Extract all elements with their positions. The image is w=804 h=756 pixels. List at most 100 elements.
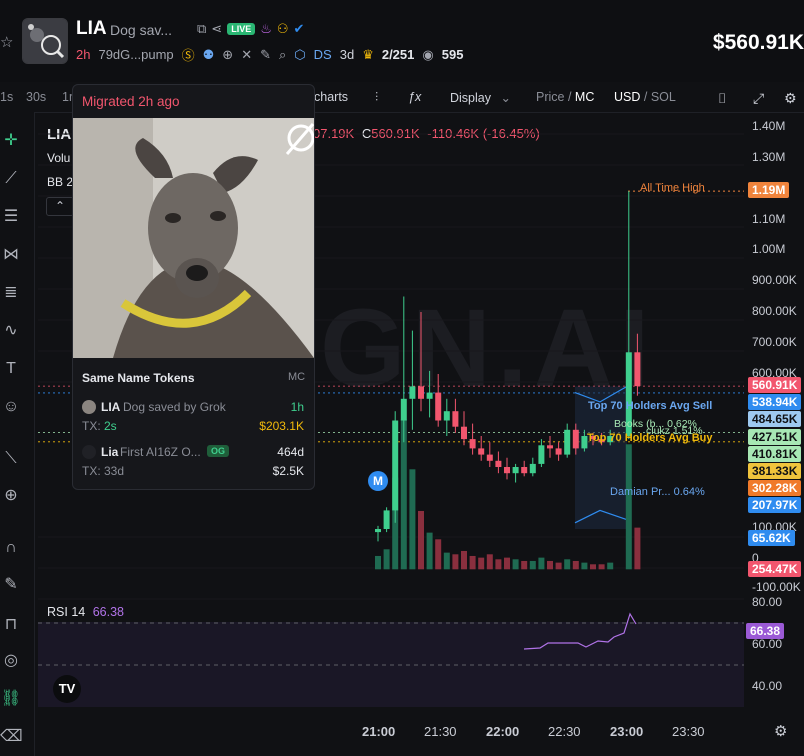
edit-icon[interactable]: ✎ bbox=[260, 47, 271, 63]
x-tick-label: 21:00 bbox=[362, 724, 396, 739]
volume-bar bbox=[572, 560, 579, 570]
live-badge: LIVE bbox=[227, 23, 256, 35]
trash-icon[interactable]: ⌫ bbox=[0, 726, 23, 748]
candle-body bbox=[375, 529, 381, 533]
rsi-chart[interactable] bbox=[38, 602, 744, 712]
globe-icon[interactable]: ⊕ bbox=[222, 47, 233, 63]
sol-option[interactable]: SOL bbox=[651, 90, 676, 104]
volume-bar bbox=[426, 532, 433, 570]
price-tag: 427.51K bbox=[748, 429, 802, 445]
copy-icon[interactable]: ⧉ bbox=[197, 21, 206, 37]
y-tick-label: 700.00K bbox=[752, 335, 797, 349]
holders-ratio: 2/251 bbox=[381, 47, 415, 62]
y-tick-label: 1.30M bbox=[752, 150, 786, 164]
axis-settings-icon[interactable]: ⚙ bbox=[774, 722, 787, 740]
people-icon: ⚇ bbox=[276, 21, 289, 36]
y-tick-label: 1.10M bbox=[752, 212, 786, 226]
migrated-label: Migrated 2h ago bbox=[82, 94, 180, 109]
volume-bar bbox=[461, 550, 467, 570]
dollar-icon: Ⓢ bbox=[181, 48, 195, 63]
charts-button[interactable]: charts bbox=[314, 90, 348, 104]
mc-option[interactable]: MC bbox=[575, 90, 594, 104]
y-tick-label: 1.00M bbox=[752, 242, 786, 256]
rsi-tick-80: 80.00 bbox=[752, 595, 783, 609]
settings-icon[interactable]: ⚙ bbox=[784, 90, 797, 107]
x-tick-label: 23:30 bbox=[672, 724, 705, 739]
star-icon[interactable]: ☆ bbox=[0, 33, 13, 51]
eye-icon: ◉ bbox=[422, 46, 434, 62]
display-dropdown[interactable]: Display ⌄ bbox=[450, 90, 511, 105]
volume-bar bbox=[521, 560, 528, 570]
price-tag: 538.94K bbox=[748, 394, 802, 410]
og-badge: OG bbox=[207, 445, 230, 457]
ath-label: All Time High bbox=[640, 182, 705, 194]
price-mc-toggle[interactable]: Price / MC bbox=[536, 90, 594, 104]
interval-1s[interactable]: 1s bbox=[0, 90, 13, 104]
candle-body bbox=[538, 445, 545, 464]
volume-bar bbox=[564, 559, 571, 570]
token-name: Dog sav... bbox=[110, 22, 172, 38]
usd-option[interactable]: USD bbox=[614, 90, 640, 104]
price-tag: 302.28K bbox=[748, 480, 802, 496]
interval-30s[interactable]: 30s bbox=[26, 90, 46, 104]
same-name-token-1[interactable]: LIA Dog saved by Grok 1h TX: 2s $203.1K bbox=[82, 399, 307, 435]
token-2-ticker: Lia bbox=[101, 445, 119, 459]
volume-bar bbox=[634, 527, 641, 570]
token-2-avatar bbox=[82, 445, 96, 459]
rsi-value-tag: 66.38 bbox=[746, 623, 785, 639]
candle-body bbox=[452, 411, 459, 427]
volume-bar bbox=[590, 564, 596, 570]
camera-icon[interactable]: ⌷ bbox=[718, 90, 726, 107]
tradingview-logo[interactable]: TV bbox=[53, 675, 81, 703]
fire-icon: ♨ bbox=[260, 21, 272, 36]
price-tag: 560.91K bbox=[748, 377, 802, 393]
x-tick-label: 22:30 bbox=[548, 724, 581, 739]
link-icon[interactable]: ⛓ bbox=[0, 688, 22, 710]
price-tag: 410.81K bbox=[748, 446, 802, 462]
candle-body bbox=[418, 386, 424, 399]
token-2-age: 464d bbox=[277, 445, 304, 459]
candle-body bbox=[512, 467, 519, 474]
candle-body bbox=[426, 392, 433, 399]
currency-toggle[interactable]: USD / SOL bbox=[614, 90, 676, 104]
candle-body bbox=[383, 510, 390, 529]
candle-body bbox=[400, 398, 407, 421]
candle-type-icon[interactable]: ⫶ bbox=[375, 90, 378, 105]
token-address[interactable]: 79dG...pump bbox=[98, 47, 173, 62]
expand-icon[interactable]: ⤢ bbox=[753, 90, 764, 107]
candle-body bbox=[521, 467, 528, 474]
volume-bar bbox=[512, 559, 519, 570]
eye-toggle-icon[interactable]: ◎ bbox=[0, 650, 22, 672]
x-tick-label: 23:00 bbox=[610, 724, 644, 739]
token-avatar-image bbox=[23, 19, 67, 63]
volume-bar bbox=[443, 552, 450, 570]
volume-bar bbox=[469, 555, 476, 570]
token-2-tx-label: TX: bbox=[82, 464, 101, 478]
volume-bar bbox=[418, 510, 424, 570]
x-icon[interactable]: ✕ bbox=[241, 47, 252, 63]
search-icon[interactable]: ⌕ bbox=[279, 47, 286, 63]
indicators-icon[interactable]: ƒx bbox=[408, 90, 421, 104]
share-icon[interactable]: ⋖ bbox=[211, 21, 222, 37]
same-name-token-2[interactable]: Lia First AI16Z O... OG 464d TX: 33d $2.… bbox=[82, 444, 307, 480]
candle-body bbox=[572, 429, 579, 449]
volume-bar bbox=[598, 564, 605, 570]
candle-body bbox=[435, 392, 442, 421]
top70-buy-label: Top 70 Holders Avg Buy bbox=[587, 432, 713, 444]
migration-marker[interactable]: M bbox=[368, 471, 388, 491]
lock-icon[interactable]: ⊓ bbox=[0, 614, 22, 636]
verified-icon: ✔ bbox=[293, 21, 305, 36]
token-avatar[interactable] bbox=[22, 18, 68, 64]
volume-bar bbox=[486, 554, 493, 570]
price-tag: 207.97K bbox=[748, 497, 802, 513]
candle-body bbox=[469, 439, 476, 449]
y-tick-label: 900.00K bbox=[752, 273, 797, 287]
volume-bar bbox=[555, 562, 562, 570]
volume-bar bbox=[435, 539, 442, 570]
same-name-heading: Same Name Tokens bbox=[82, 371, 195, 385]
mc-heading: MC bbox=[288, 371, 306, 383]
candle-body bbox=[478, 448, 485, 455]
volume-bar bbox=[625, 444, 632, 570]
candle-body bbox=[392, 420, 399, 511]
price-option[interactable]: Price bbox=[536, 90, 564, 104]
